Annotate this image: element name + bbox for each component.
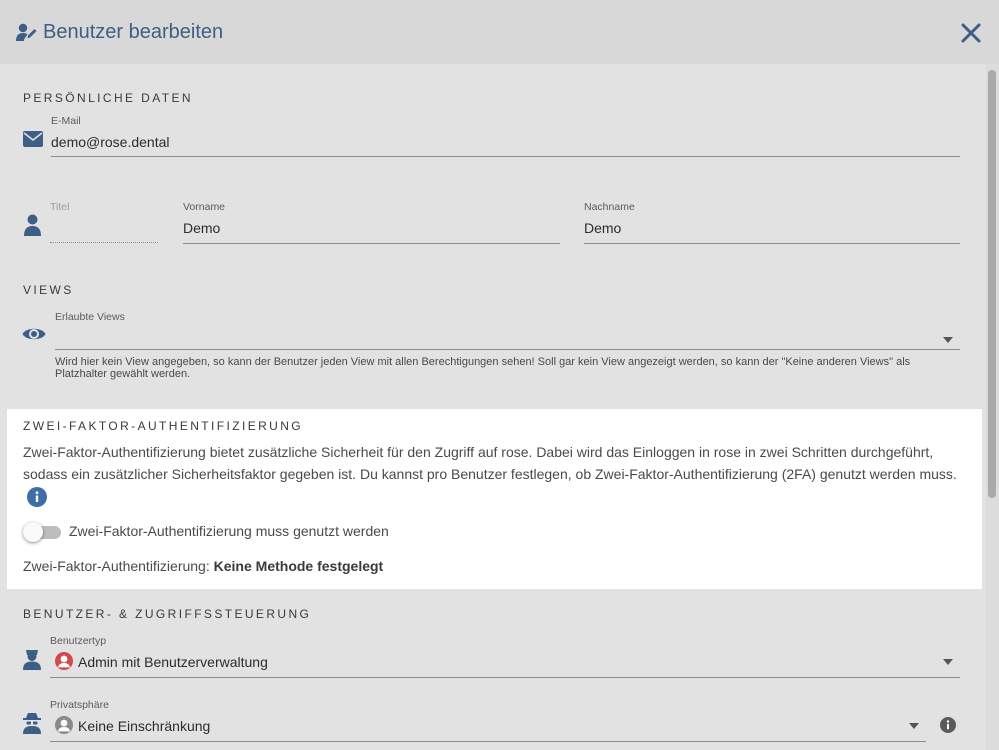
email-label: E-Mail xyxy=(51,115,81,127)
benutzertyp-underline xyxy=(50,677,960,678)
twofa-description: Zwei-Faktor-Authentifizierung bietet zus… xyxy=(23,441,963,508)
email-field[interactable]: demo@rose.dental xyxy=(51,134,951,150)
twofa-toggle-label: Zwei-Faktor-Authentifizierung muss genut… xyxy=(69,523,389,539)
twofa-description-text: Zwei-Faktor-Authentifizierung bietet zus… xyxy=(23,444,957,482)
titel-label: Titel xyxy=(50,201,70,213)
section-title-access: BENUTZER- & ZUGRIFFSSTEUERUNG xyxy=(23,607,312,621)
close-icon[interactable] xyxy=(960,22,982,44)
scrollbar[interactable] xyxy=(986,64,999,750)
chevron-down-icon[interactable] xyxy=(943,659,953,665)
eye-icon xyxy=(22,328,46,340)
chevron-down-icon[interactable] xyxy=(943,337,953,343)
vorname-underline xyxy=(183,243,560,244)
nachname-underline xyxy=(584,243,960,244)
privat-select[interactable]: Keine Einschränkung xyxy=(78,718,898,734)
dialog-content: PERSÖNLICHE DATEN E-Mail demo@rose.denta… xyxy=(0,64,986,750)
privat-underline xyxy=(50,741,926,742)
edit-user-dialog: Benutzer bearbeiten PERSÖNLICHE DATEN E-… xyxy=(0,0,999,750)
twofa-method-prefix: Zwei-Faktor-Authentifizierung: xyxy=(23,558,214,574)
views-label: Erlaubte Views xyxy=(55,311,125,323)
twofa-toggle-knob xyxy=(23,522,43,542)
twofa-method: Zwei-Faktor-Authentifizierung: Keine Met… xyxy=(23,558,383,574)
views-select[interactable] xyxy=(55,330,935,348)
section-title-twofa: ZWEI-FAKTOR-AUTHENTIFIZIERUNG xyxy=(23,419,304,433)
neutral-avatar-icon xyxy=(55,716,73,734)
email-underline xyxy=(51,156,960,157)
section-title-views: VIEWS xyxy=(23,283,74,297)
dialog-header: Benutzer bearbeiten xyxy=(0,0,999,64)
views-underline xyxy=(55,349,960,350)
vorname-field[interactable]: Demo xyxy=(183,220,553,236)
nachname-label: Nachname xyxy=(584,201,635,213)
user-edit-icon xyxy=(16,23,37,41)
user-secret-icon xyxy=(23,713,41,734)
views-help-text: Wird hier kein View angegeben, so kann d… xyxy=(55,356,911,380)
chevron-down-icon[interactable] xyxy=(909,723,919,729)
twofa-panel: ZWEI-FAKTOR-AUTHENTIFIZIERUNG Zwei-Fakto… xyxy=(7,409,982,589)
dialog-title: Benutzer bearbeiten xyxy=(43,21,224,43)
vorname-label: Vorname xyxy=(183,201,226,213)
privat-label: Privatsphäre xyxy=(50,699,109,711)
scrollbar-thumb[interactable] xyxy=(988,70,996,498)
benutzertyp-select[interactable]: Admin mit Benutzerverwaltung xyxy=(78,654,928,670)
envelope-icon xyxy=(23,131,43,147)
user-tie-icon xyxy=(23,650,41,670)
titel-field[interactable] xyxy=(50,220,158,238)
twofa-method-value: Keine Methode festgelegt xyxy=(213,558,384,574)
titel-underline xyxy=(50,242,158,243)
info-icon[interactable] xyxy=(27,487,47,508)
nachname-field[interactable]: Demo xyxy=(584,220,954,236)
section-title-personal: PERSÖNLICHE DATEN xyxy=(23,91,193,105)
benutzertyp-label: Benutzertyp xyxy=(50,635,107,647)
twofa-toggle[interactable] xyxy=(23,521,63,543)
admin-avatar-icon xyxy=(55,652,73,670)
person-icon xyxy=(24,214,41,236)
info-icon[interactable] xyxy=(940,717,956,733)
